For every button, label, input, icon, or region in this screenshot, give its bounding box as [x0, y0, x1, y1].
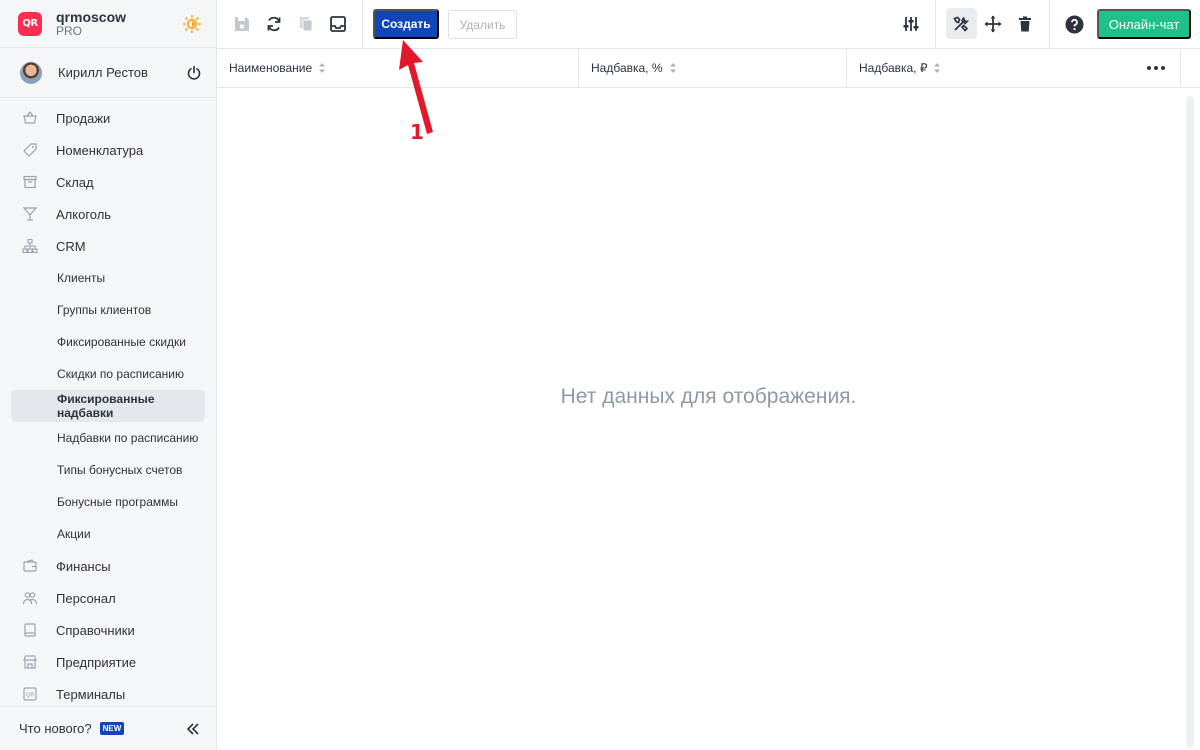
sidebar-subitem-bonus-programs[interactable]: Бонусные программы: [0, 486, 216, 518]
sort-icon[interactable]: [669, 62, 677, 74]
collapse-sidebar-icon[interactable]: [186, 722, 200, 736]
sidebar-item-label: Финансы: [56, 558, 111, 574]
sidebar-item-staff[interactable]: Персонал: [0, 582, 216, 614]
toolbar-divider: [362, 0, 363, 48]
brand-name[interactable]: qrmoscow: [56, 10, 182, 24]
wallet-icon: [22, 558, 38, 574]
empty-state-message: Нет данных для отображения.: [560, 385, 857, 408]
main-nav: Продажи Номенклатура Склад Алкоголь CRM …: [0, 98, 216, 710]
sidebar-item-crm[interactable]: CRM: [0, 230, 216, 262]
sidebar-item-sales[interactable]: Продажи: [0, 102, 216, 134]
sidebar-item-label: Предприятие: [56, 654, 137, 670]
sidebar-item-label: Номенклатура: [56, 142, 144, 158]
theme-sun-icon[interactable]: [182, 14, 202, 34]
sort-icon[interactable]: [933, 62, 941, 74]
sidebar-item-label: CRM: [56, 238, 86, 254]
sidebar-subitem-scheduled-discounts[interactable]: Скидки по расписанию: [0, 358, 216, 390]
vertical-scrollbar[interactable]: [1186, 96, 1194, 748]
book-icon: [22, 622, 38, 638]
delete-button[interactable]: Удалить: [448, 10, 517, 39]
online-chat-button[interactable]: Онлайн-чат: [1097, 9, 1191, 39]
sidebar-item-finance[interactable]: Финансы: [0, 550, 216, 582]
new-badge: NEW: [99, 722, 125, 735]
column-header-name[interactable]: Наименование: [229, 49, 326, 87]
column-header-markup-rub[interactable]: Надбавка, ₽: [859, 49, 941, 87]
column-header-markup-percent[interactable]: Надбавка, %: [591, 49, 677, 87]
toolbar-divider: [1049, 0, 1050, 48]
grid-body: Нет данных для отображения.: [217, 88, 1200, 750]
cocktail-glass-icon: [22, 206, 38, 222]
column-divider: [1180, 49, 1181, 87]
sidebar-item-label: Терминалы: [56, 686, 126, 702]
column-header-label: Надбавка, ₽: [859, 61, 928, 75]
annotation-number: 1: [410, 120, 424, 144]
tools-icon[interactable]: [951, 14, 971, 34]
sidebar-subitem-fixed-markups[interactable]: Фиксированные надбавки: [11, 390, 205, 422]
sort-icon[interactable]: [318, 62, 326, 74]
store-icon: [22, 654, 38, 670]
sidebar-item-label: Персонал: [56, 590, 116, 606]
brand-header: QR qrmoscow PRO: [0, 0, 216, 48]
column-divider: [578, 49, 579, 87]
column-header-label: Надбавка, %: [591, 61, 663, 75]
sidebar-item-warehouse[interactable]: Склад: [0, 166, 216, 198]
sidebar-item-label: Продажи: [56, 110, 111, 126]
toolbar: Создать Удалить Онлайн-чат: [217, 0, 1200, 49]
toolbar-divider: [935, 0, 936, 48]
svg-text:QR: QR: [26, 692, 35, 699]
avatar[interactable]: [20, 61, 42, 84]
user-name[interactable]: Кирилл Рестов: [58, 65, 186, 80]
sidebar-item-nomenclature[interactable]: Номенклатура: [0, 134, 216, 166]
brand-text: qrmoscow PRO: [56, 10, 182, 38]
sidebar-item-label: Алкоголь: [56, 206, 112, 222]
create-button[interactable]: Создать: [373, 9, 439, 39]
sidebar-subitem-promotions[interactable]: Акции: [0, 518, 216, 550]
trash-icon[interactable]: [1015, 14, 1035, 34]
sidebar-subitem-fixed-discounts[interactable]: Фиксированные скидки: [0, 326, 216, 358]
people-icon: [22, 590, 38, 606]
tag-icon: [22, 142, 38, 158]
basket-icon: [22, 110, 38, 126]
sidebar-item-alcohol[interactable]: Алкоголь: [0, 198, 216, 230]
save-icon[interactable]: [232, 14, 252, 34]
sidebar-item-label: Склад: [56, 174, 94, 190]
user-panel: Кирилл Рестов: [0, 48, 216, 98]
power-icon[interactable]: [186, 65, 202, 81]
help-icon[interactable]: [1064, 14, 1084, 34]
grid-header: Наименование Надбавка, % Надбавка, ₽: [217, 49, 1200, 88]
sidebar-item-enterprise[interactable]: Предприятие: [0, 646, 216, 678]
sidebar-subitem-clients[interactable]: Клиенты: [0, 262, 216, 294]
inbox-icon[interactable]: [328, 14, 348, 34]
column-header-label: Наименование: [229, 61, 313, 75]
refresh-icon[interactable]: [264, 14, 284, 34]
move-icon[interactable]: [983, 14, 1003, 34]
sidebar: QR qrmoscow PRO Кирилл Рестов Продажи Но…: [0, 0, 217, 750]
sidebar-subitem-client-groups[interactable]: Группы клиентов: [0, 294, 216, 326]
column-settings-icon[interactable]: [901, 14, 921, 34]
more-options-icon[interactable]: [1147, 60, 1165, 76]
sidebar-item-label: Справочники: [56, 622, 135, 638]
sidebar-subitem-bonus-account-types[interactable]: Типы бонусных счетов: [0, 454, 216, 486]
terminal-qr-icon: QR: [22, 686, 38, 702]
brand-plan: PRO: [56, 23, 83, 38]
brand-logo[interactable]: QR: [18, 11, 42, 36]
sidebar-subitem-scheduled-markups[interactable]: Надбавки по расписанию: [0, 422, 216, 454]
column-divider: [846, 49, 847, 87]
copy-icon[interactable]: [296, 14, 316, 34]
hierarchy-icon: [22, 238, 38, 254]
sidebar-footer: Что нового? NEW: [0, 706, 216, 750]
sidebar-item-directories[interactable]: Справочники: [0, 614, 216, 646]
whats-new-link[interactable]: Что нового?: [19, 721, 92, 736]
archive-icon: [22, 174, 38, 190]
